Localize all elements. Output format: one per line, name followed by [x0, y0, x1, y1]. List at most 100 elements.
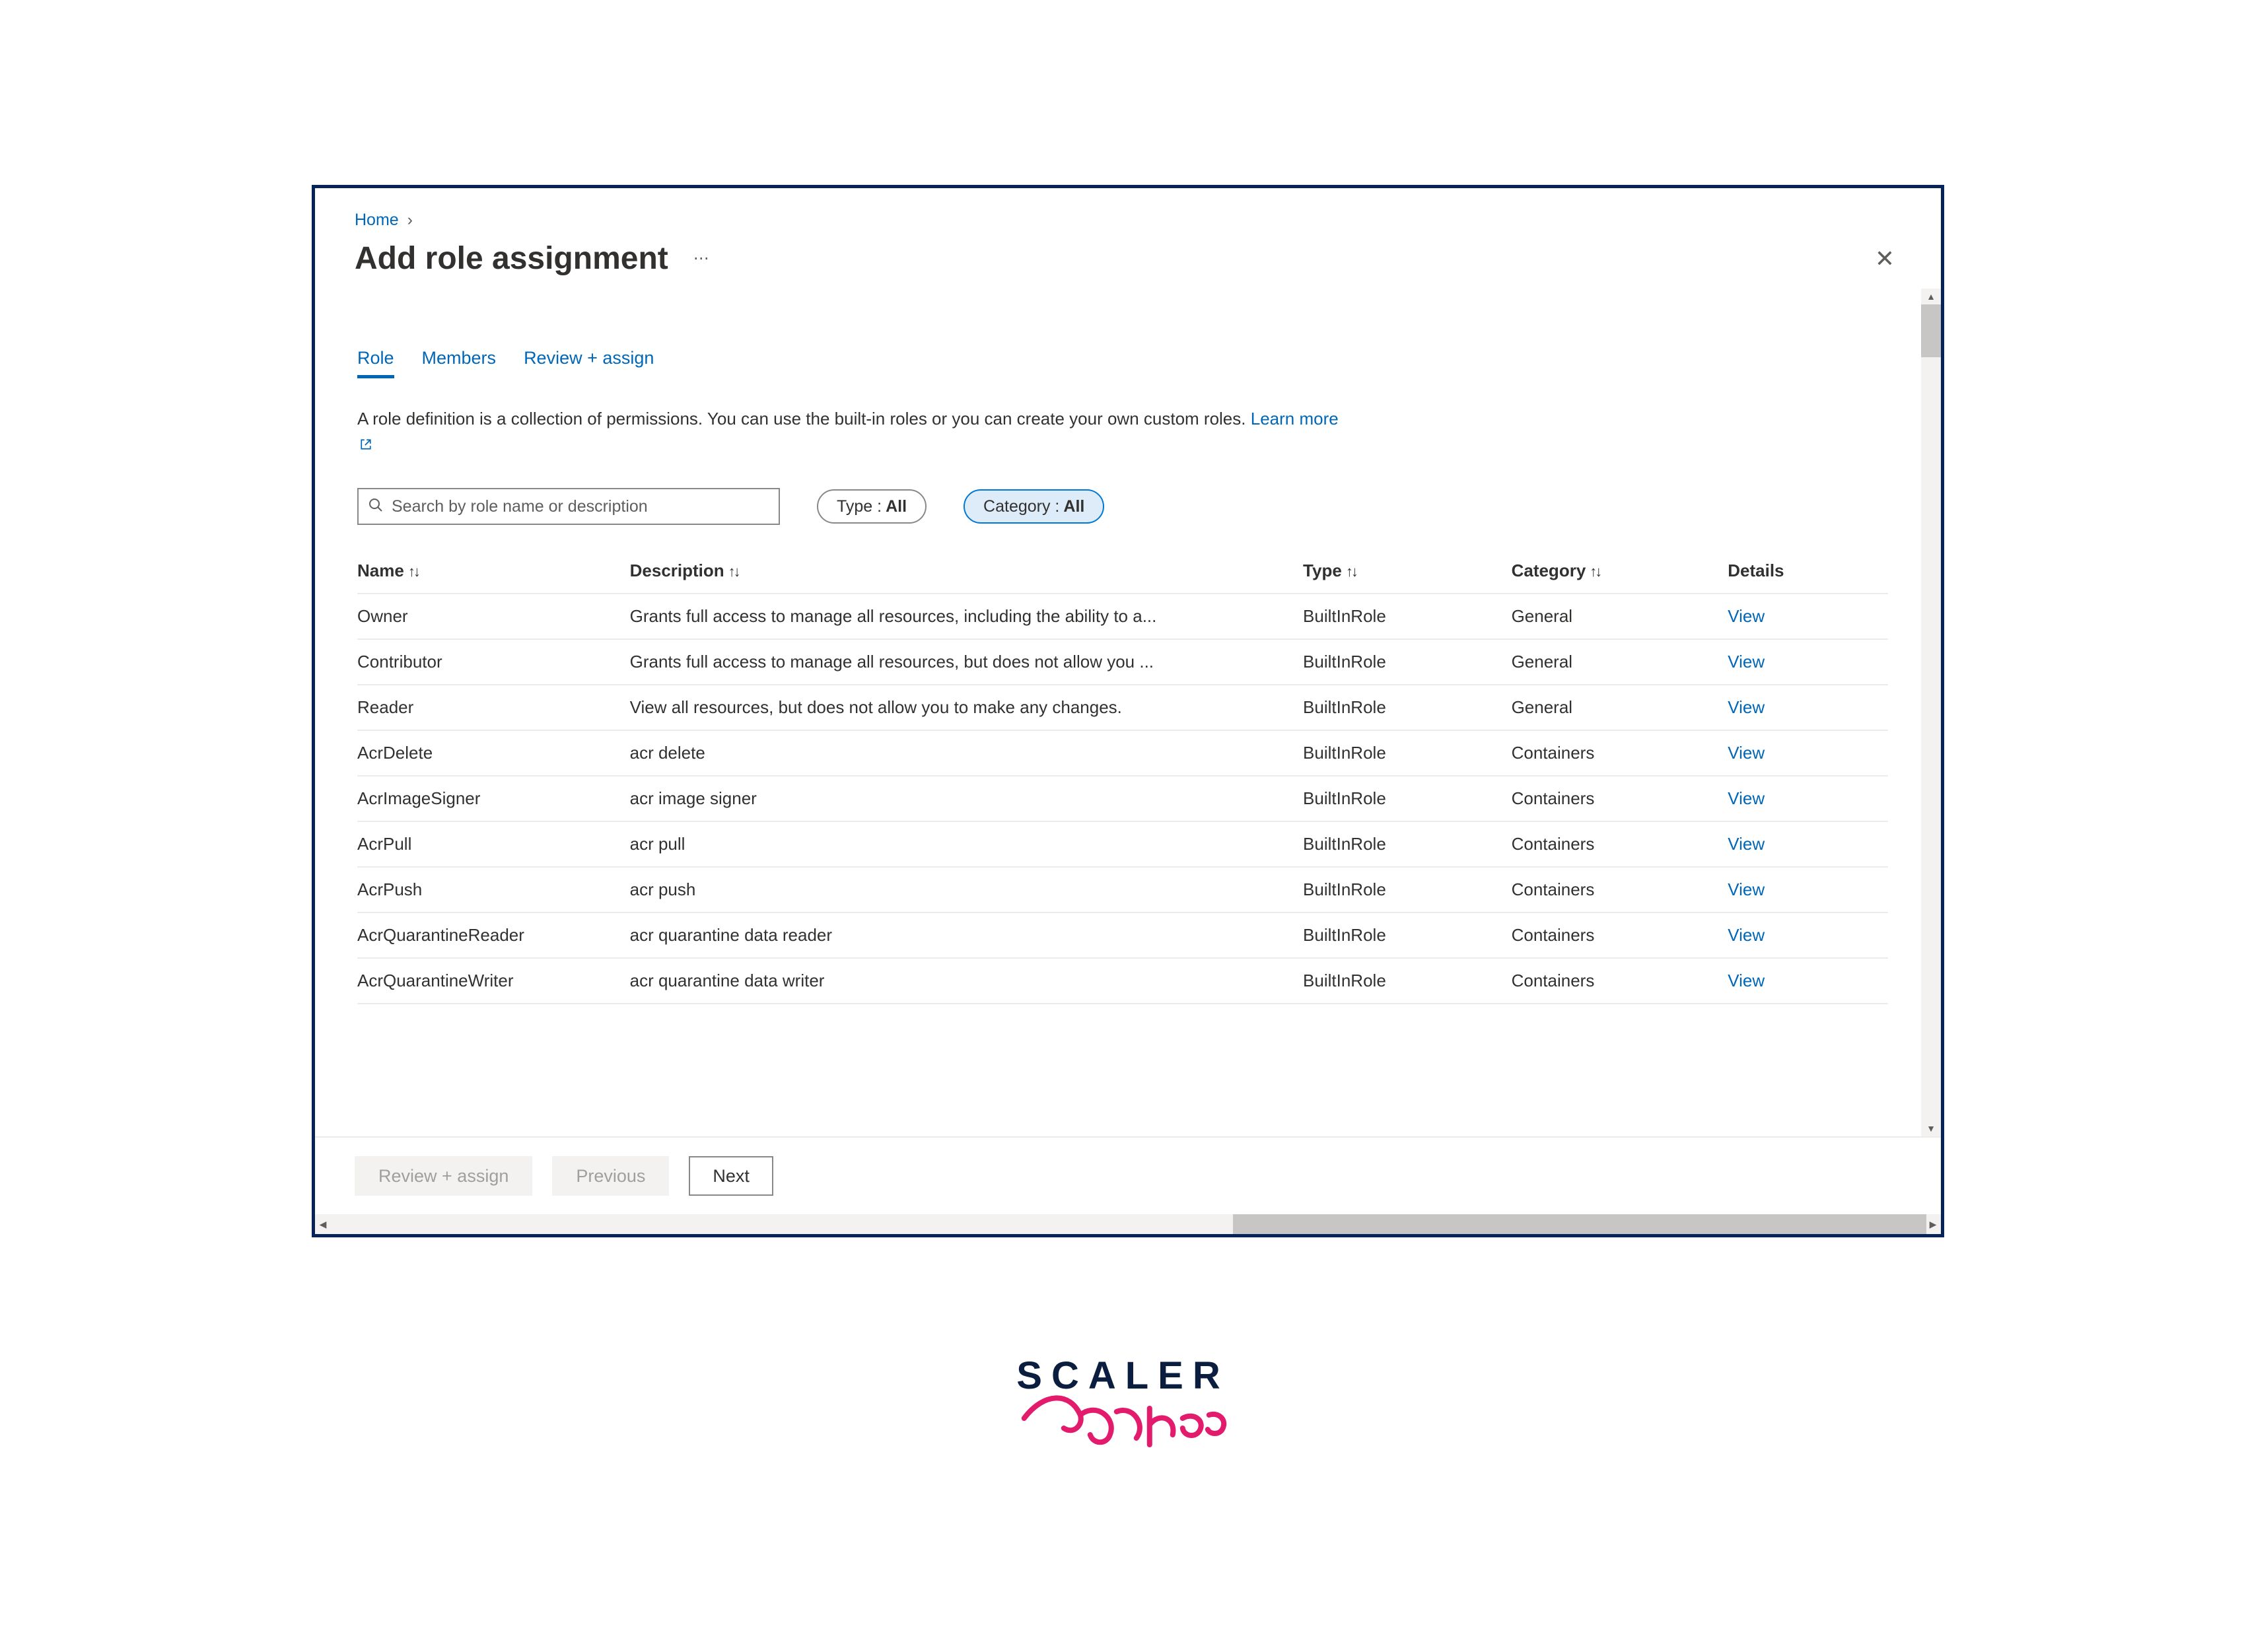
cell-details: View	[1728, 958, 1888, 1004]
col-description[interactable]: Description↑↓	[630, 549, 1303, 594]
col-type[interactable]: Type↑↓	[1303, 549, 1512, 594]
horizontal-scroll-thumb[interactable]	[1233, 1214, 1926, 1234]
table-row[interactable]: AcrQuarantineReaderacr quarantine data r…	[357, 912, 1888, 958]
cell-name: AcrPull	[357, 821, 630, 867]
cell-type: BuiltInRole	[1303, 867, 1512, 912]
cell-details: View	[1728, 594, 1888, 639]
cell-category: Containers	[1512, 958, 1728, 1004]
sort-icon: ↑↓	[1590, 563, 1600, 580]
cell-description: acr push	[630, 867, 1303, 912]
tab-role[interactable]: Role	[357, 348, 394, 378]
scroll-left-icon[interactable]: ◀	[315, 1214, 331, 1234]
cell-details: View	[1728, 776, 1888, 821]
role-search-input[interactable]	[392, 497, 769, 516]
cell-name: AcrQuarantineReader	[357, 912, 630, 958]
table-row[interactable]: AcrQuarantineWriteracr quarantine data w…	[357, 958, 1888, 1004]
filter-type-pill[interactable]: Type : All	[817, 489, 927, 524]
cell-type: BuiltInRole	[1303, 912, 1512, 958]
cell-category: General	[1512, 685, 1728, 730]
col-category[interactable]: Category↑↓	[1512, 549, 1728, 594]
breadcrumb: Home ›	[315, 188, 1941, 230]
table-row[interactable]: AcrImageSigneracr image signerBuiltInRol…	[357, 776, 1888, 821]
view-details-link[interactable]: View	[1728, 743, 1765, 763]
search-icon	[368, 497, 384, 516]
roles-table: Name↑↓ Description↑↓ Type↑↓ Category↑↓ D…	[357, 549, 1888, 1004]
cell-name: Owner	[357, 594, 630, 639]
cell-description: Grants full access to manage all resourc…	[630, 639, 1303, 685]
filter-category-pill[interactable]: Category : All	[964, 489, 1104, 524]
cell-description: acr delete	[630, 730, 1303, 776]
cell-name: Contributor	[357, 639, 630, 685]
table-row[interactable]: OwnerGrants full access to manage all re…	[357, 594, 1888, 639]
tab-review-assign[interactable]: Review + assign	[524, 348, 654, 378]
cell-details: View	[1728, 821, 1888, 867]
description-body: A role definition is a collection of per…	[357, 409, 1246, 429]
view-details-link[interactable]: View	[1728, 925, 1765, 945]
view-details-link[interactable]: View	[1728, 652, 1765, 671]
breadcrumb-home[interactable]: Home	[355, 211, 399, 229]
sort-icon: ↑↓	[408, 563, 419, 580]
view-details-link[interactable]: View	[1728, 834, 1765, 854]
cell-category: Containers	[1512, 912, 1728, 958]
cell-details: View	[1728, 685, 1888, 730]
cell-description: acr quarantine data reader	[630, 912, 1303, 958]
view-details-link[interactable]: View	[1728, 697, 1765, 717]
view-details-link[interactable]: View	[1728, 606, 1765, 626]
next-button[interactable]: Next	[689, 1156, 773, 1196]
vertical-scroll-thumb[interactable]	[1921, 304, 1941, 357]
cell-type: BuiltInRole	[1303, 821, 1512, 867]
cell-type: BuiltInRole	[1303, 639, 1512, 685]
cell-category: General	[1512, 594, 1728, 639]
sort-icon: ↑↓	[728, 563, 739, 580]
filter-category-label: Category :	[983, 497, 1059, 516]
review-assign-button: Review + assign	[355, 1156, 532, 1196]
tab-members[interactable]: Members	[422, 348, 497, 378]
table-row[interactable]: AcrPullacr pullBuiltInRoleContainersView	[357, 821, 1888, 867]
cell-category: Containers	[1512, 867, 1728, 912]
role-assignment-panel: Home › Add role assignment ⋯ ✕ ▲ ▼ Role …	[312, 185, 1944, 1237]
learn-more-label: Learn more	[1251, 409, 1339, 429]
table-row[interactable]: AcrDeleteacr deleteBuiltInRoleContainers…	[357, 730, 1888, 776]
scroll-up-icon[interactable]: ▲	[1921, 289, 1941, 304]
view-details-link[interactable]: View	[1728, 971, 1765, 990]
view-details-link[interactable]: View	[1728, 879, 1765, 899]
more-actions-button[interactable]: ⋯	[688, 247, 715, 271]
vertical-scrollbar[interactable]: ▲ ▼	[1921, 289, 1941, 1136]
wizard-footer: Review + assign Previous Next	[315, 1136, 1941, 1214]
table-row[interactable]: AcrPushacr pushBuiltInRoleContainersView	[357, 867, 1888, 912]
previous-button: Previous	[552, 1156, 669, 1196]
external-link-icon	[360, 432, 372, 444]
cell-description: acr image signer	[630, 776, 1303, 821]
cell-name: AcrDelete	[357, 730, 630, 776]
cell-category: Containers	[1512, 821, 1728, 867]
cell-description: acr pull	[630, 821, 1303, 867]
view-details-link[interactable]: View	[1728, 788, 1765, 808]
col-name[interactable]: Name↑↓	[357, 549, 630, 594]
page-title: Add role assignment	[355, 240, 668, 277]
cell-type: BuiltInRole	[1303, 730, 1512, 776]
role-search-box[interactable]	[357, 488, 780, 525]
cell-type: BuiltInRole	[1303, 685, 1512, 730]
cell-name: Reader	[357, 685, 630, 730]
cell-description: View all resources, but does not allow y…	[630, 685, 1303, 730]
cell-description: Grants full access to manage all resourc…	[630, 594, 1303, 639]
horizontal-scrollbar[interactable]: ◀ ▶	[315, 1214, 1941, 1234]
description-text: A role definition is a collection of per…	[343, 378, 1413, 458]
cell-category: General	[1512, 639, 1728, 685]
wizard-tabs: Role Members Review + assign	[343, 348, 1941, 378]
filter-type-value: All	[886, 497, 907, 516]
scroll-down-icon[interactable]: ▼	[1921, 1120, 1941, 1136]
cell-details: View	[1728, 912, 1888, 958]
scroll-right-icon[interactable]: ▶	[1925, 1214, 1941, 1234]
cell-category: Containers	[1512, 730, 1728, 776]
filter-type-label: Type :	[837, 497, 882, 516]
filter-category-value: All	[1063, 497, 1084, 516]
cell-type: BuiltInRole	[1303, 594, 1512, 639]
table-row[interactable]: ContributorGrants full access to manage …	[357, 639, 1888, 685]
table-row[interactable]: ReaderView all resources, but does not a…	[357, 685, 1888, 730]
cell-name: AcrPush	[357, 867, 630, 912]
table-header-row: Name↑↓ Description↑↓ Type↑↓ Category↑↓ D…	[357, 549, 1888, 594]
cell-category: Containers	[1512, 776, 1728, 821]
cell-details: View	[1728, 867, 1888, 912]
close-button[interactable]: ✕	[1868, 242, 1901, 275]
